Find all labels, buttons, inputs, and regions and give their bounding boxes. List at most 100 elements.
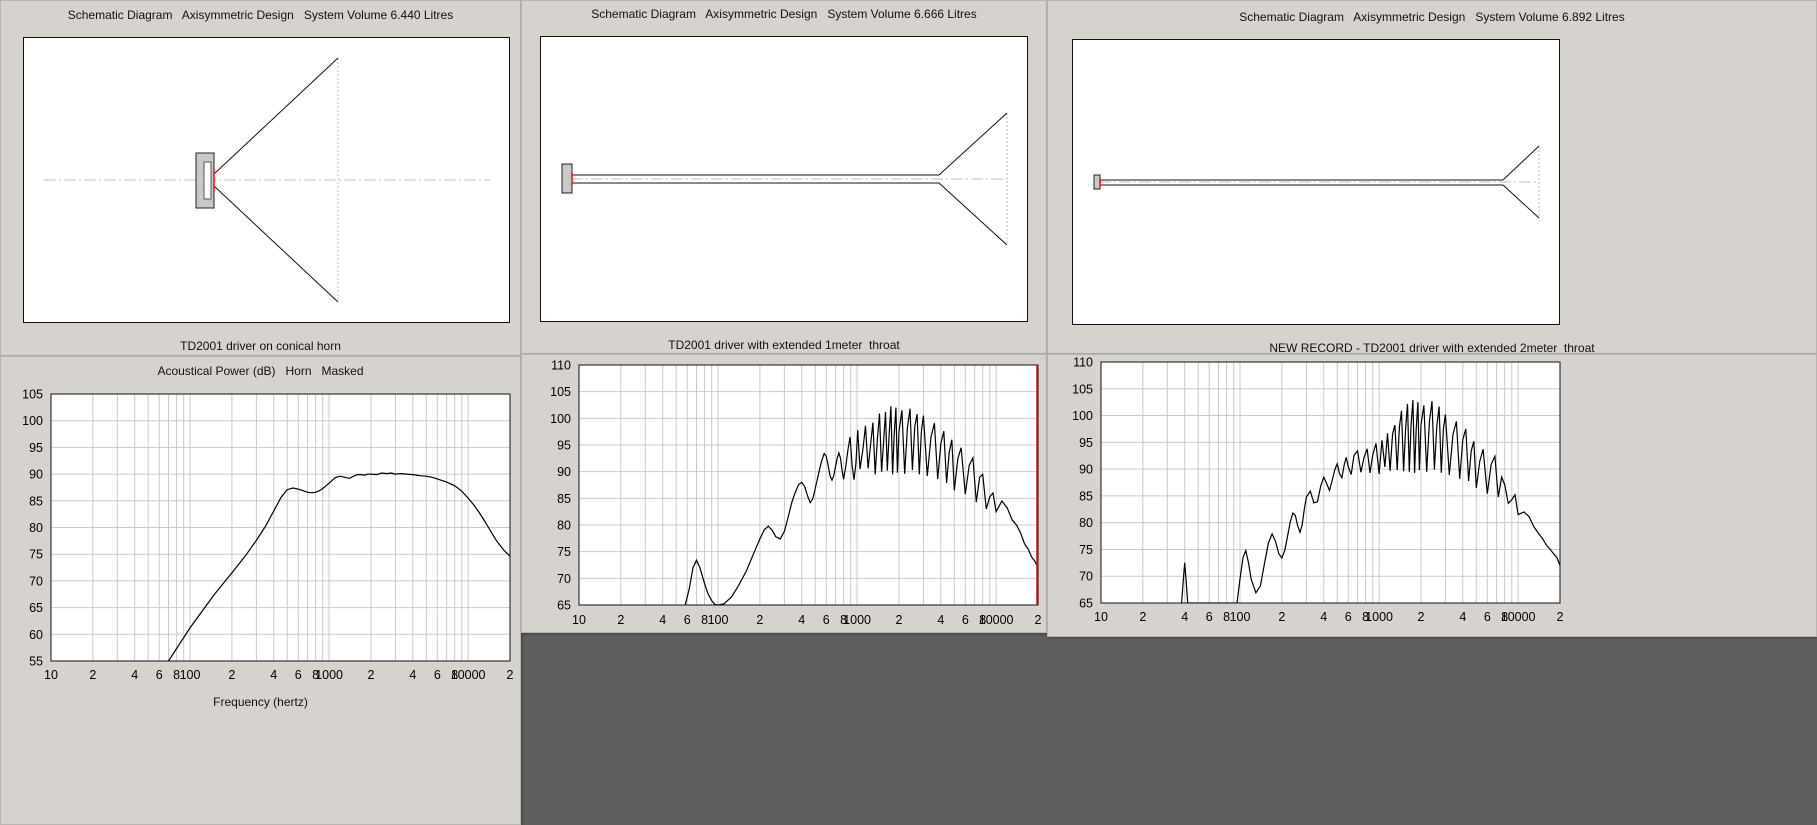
plot-window-2[interactable]: 65 70 75 80 85 90 95 100 105 110 10 2 4 6 8 100 2 4 6 8 1000…	[521, 354, 1047, 633]
y-tick-label: 100	[22, 414, 43, 428]
schematic-drawing-3	[1093, 145, 1540, 219]
x-tick-label: 2	[89, 668, 96, 682]
y-tick-label: 70	[1079, 570, 1093, 584]
driver-cone	[203, 161, 212, 200]
x-tick-label: 2	[507, 668, 514, 682]
x-tick-label: 6	[295, 668, 302, 682]
y-tick-label: 95	[1079, 436, 1093, 450]
y-tick-label: 80	[557, 519, 571, 533]
y-tick-label: 90	[29, 468, 43, 482]
x-tick-label: 6	[156, 668, 163, 682]
plot-area	[579, 365, 1038, 605]
x-tick-label: 100	[708, 613, 729, 627]
y-tick-label: 100	[1072, 409, 1093, 423]
y-tick-label: 95	[29, 441, 43, 455]
schematic-drawing-1	[44, 57, 490, 303]
y-tick-label: 70	[29, 574, 43, 588]
y-tick-label: 105	[550, 385, 571, 399]
x-tick-label: 2	[1139, 610, 1146, 624]
x-tick-label: 2	[1035, 613, 1042, 627]
x-tick-label: 2	[1417, 610, 1424, 624]
x-tick-label: 4	[937, 613, 944, 627]
schematic-canvas-3	[1072, 39, 1560, 325]
x-tick-label: 6	[684, 613, 691, 627]
plot-footer: Frequency (hertz)	[213, 695, 308, 709]
x-tick-label: 4	[270, 668, 277, 682]
y-tick-label: 65	[29, 601, 43, 615]
y-tick-label: 95	[557, 439, 571, 453]
schematic-caption-1: TD2001 driver on conical horn	[180, 339, 341, 353]
x-tick-label: 6	[1484, 610, 1491, 624]
horn-lower-wall	[213, 185, 339, 303]
x-tick-label: 6	[962, 613, 969, 627]
schematic-canvas-1	[23, 37, 510, 323]
y-tick-label: 100	[550, 412, 571, 426]
schematic-canvas-2	[540, 36, 1028, 322]
x-tick-label: 2	[367, 668, 374, 682]
x-tick-label: 1000	[843, 613, 871, 627]
y-tick-label: 85	[29, 494, 43, 508]
plot-window-3[interactable]: 65 70 75 80 85 90 95 100 105 110 10 2 4 6 8 100 2 4 6 8 1000…	[1047, 354, 1817, 637]
horn-upper-wall	[1502, 145, 1540, 181]
y-tick-label: 80	[1079, 516, 1093, 530]
x-tick-label: 10000	[451, 668, 486, 682]
driver-chamber	[1093, 174, 1101, 190]
y-tick-label: 110	[1073, 356, 1093, 370]
x-tick-label: 4	[1459, 610, 1466, 624]
spectrum-chart-3: 6570758085909510010511010 2 4 6 8 100 2 4 6 81000…	[1072, 356, 1564, 625]
x-tick-label: 6	[1345, 610, 1352, 624]
y-tick-label: 75	[29, 548, 43, 562]
x-tick-label: 4	[1181, 610, 1188, 624]
horn-lower-wall	[938, 182, 1008, 246]
x-tick-label: 100	[180, 668, 201, 682]
y-tick-label: 90	[557, 465, 571, 479]
y-tick-label: 105	[1072, 382, 1093, 396]
x-tick-label: 100	[1230, 610, 1251, 624]
y-tick-label: 55	[29, 655, 43, 669]
spectrum-chart-1: 55606570758085909510010510 2 4 6 8 100 2 4 6 8100…	[22, 388, 514, 683]
y-tick-label: 80	[29, 521, 43, 535]
driver-chamber	[561, 163, 573, 194]
schematic-window-3[interactable]: Schematic Diagram Axisymmetric Design Sy…	[1047, 0, 1817, 354]
x-tick-label: 10	[572, 613, 586, 627]
y-tick-label: 85	[1079, 489, 1093, 503]
y-tick-label: 90	[1079, 463, 1093, 477]
y-tick-label: 85	[557, 492, 571, 506]
schematic-title-3: Schematic Diagram Axisymmetric Design Sy…	[1239, 10, 1625, 24]
x-tick-label: 2	[895, 613, 902, 627]
y-tick-label: 65	[1079, 597, 1093, 611]
plot-area	[1101, 362, 1560, 603]
schematic-title-1: Schematic Diagram Axisymmetric Design Sy…	[67, 8, 454, 22]
x-tick-label: 4	[798, 613, 805, 627]
x-tick-label: 1000	[1365, 610, 1393, 624]
x-tick-label: 4	[1320, 610, 1327, 624]
x-tick-label: 2	[1557, 610, 1564, 624]
y-tick-label: 75	[1079, 543, 1093, 557]
schematic-window-2[interactable]: Schematic Diagram Axisymmetric Design Sy…	[521, 0, 1047, 354]
schematic-title-2: Schematic Diagram Axisymmetric Design Sy…	[591, 7, 977, 21]
x-tick-label: 2	[617, 613, 624, 627]
horn-upper-wall	[213, 57, 339, 175]
horn-upper-wall	[938, 112, 1008, 176]
x-tick-label: 2	[1278, 610, 1285, 624]
horn-lower-wall	[1502, 184, 1540, 219]
x-tick-label: 4	[131, 668, 138, 682]
spectrum-chart-2: 6570758085909510010511010 2 4 6 8 100 2 4 6 81000…	[550, 359, 1042, 628]
x-tick-label: 10000	[1501, 610, 1536, 624]
x-tick-label: 6	[1206, 610, 1213, 624]
y-tick-label: 105	[22, 388, 43, 402]
schematic-window-1[interactable]: Schematic Diagram Axisymmetric Design Sy…	[0, 0, 521, 356]
schematic-drawing-2	[561, 112, 1008, 246]
y-tick-label: 65	[557, 599, 571, 613]
y-tick-label: 60	[29, 628, 43, 642]
y-tick-label: 110	[551, 359, 571, 373]
x-tick-label: 2	[228, 668, 235, 682]
x-tick-label: 10	[44, 668, 58, 682]
y-tick-label: 70	[557, 572, 571, 586]
schematic-caption-2: TD2001 driver with extended 1meter throa…	[668, 338, 900, 352]
schematic-caption-3: NEW RECORD - TD2001 driver with extended…	[1269, 341, 1595, 354]
x-tick-label: 6	[823, 613, 830, 627]
x-tick-label: 6	[434, 668, 441, 682]
x-tick-label: 10	[1094, 610, 1108, 624]
plot-window-1[interactable]: Acoustical Power (dB) Horn Masked 55 60 65…	[0, 356, 521, 825]
